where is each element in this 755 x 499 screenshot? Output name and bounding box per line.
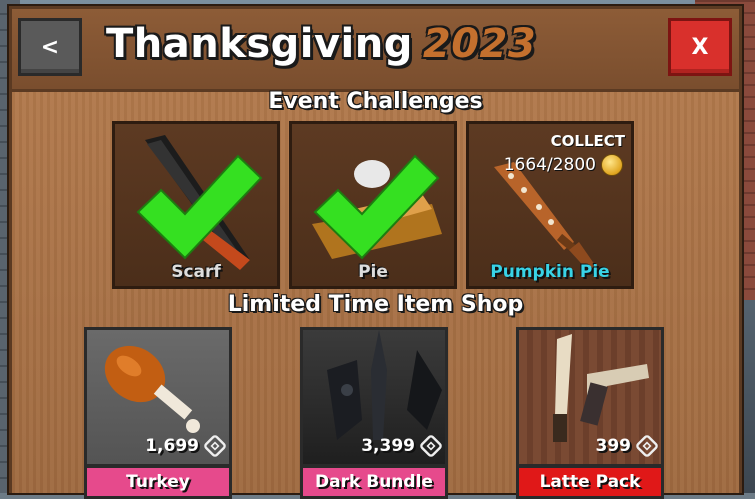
pumpkin-pie-knife-icon — [494, 162, 597, 272]
panel-title: Thanksgiving 2023 — [106, 21, 536, 77]
price-text: 399 — [595, 436, 632, 456]
price-text: 1,699 — [145, 436, 199, 456]
panel-header: < Thanksgiving 2023 X — [12, 9, 739, 92]
shop-item-dark-bundle[interactable]: 3,399 Dark Bundle — [300, 327, 448, 499]
event-challenges-heading: Event Challenges — [268, 89, 483, 114]
challenge-progress: 1664/2800 — [504, 154, 623, 176]
challenge-scarf[interactable]: Scarf — [112, 121, 280, 289]
completed-check-icon — [313, 154, 440, 260]
challenge-name: Scarf — [171, 262, 221, 282]
robux-icon — [418, 433, 444, 459]
item-name: Turkey — [84, 465, 232, 499]
item-price: 3,399 — [361, 433, 444, 459]
challenge-pumpkin-pie[interactable]: COLLECT 1664/2800 Pumpkin Pie — [466, 121, 634, 289]
item-price: 1,699 — [145, 433, 228, 459]
title-text: Thanksgiving — [106, 21, 413, 67]
coin-icon — [601, 154, 623, 176]
robux-icon — [634, 433, 660, 459]
shop-item-turkey[interactable]: 1,699 Turkey — [84, 327, 232, 499]
turkey-leg-icon — [104, 345, 200, 433]
challenge-name: Pie — [358, 262, 388, 282]
limited-shop-heading: Limited Time Item Shop — [227, 292, 524, 317]
challenge-pie[interactable]: Pie — [289, 121, 457, 289]
close-button[interactable]: X — [668, 18, 732, 76]
latte-weapons-icon — [553, 334, 649, 442]
item-price: 399 — [595, 433, 660, 459]
shop-item-latte-pack[interactable]: 399 Latte Pack — [516, 327, 664, 499]
robux-icon — [202, 433, 228, 459]
back-button[interactable]: < — [18, 18, 82, 76]
completed-check-icon — [136, 154, 263, 260]
title-year: 2023 — [422, 21, 537, 67]
item-name: Latte Pack — [516, 465, 664, 499]
item-name: Dark Bundle — [300, 465, 448, 499]
dark-weapons-icon — [327, 330, 442, 440]
event-panel: < Thanksgiving 2023 X Event Challenges Sc… — [9, 6, 742, 499]
challenge-name: Pumpkin Pie — [490, 262, 610, 282]
collect-label[interactable]: COLLECT — [551, 132, 625, 150]
progress-text: 1664/2800 — [503, 155, 596, 175]
price-text: 3,399 — [361, 436, 415, 456]
